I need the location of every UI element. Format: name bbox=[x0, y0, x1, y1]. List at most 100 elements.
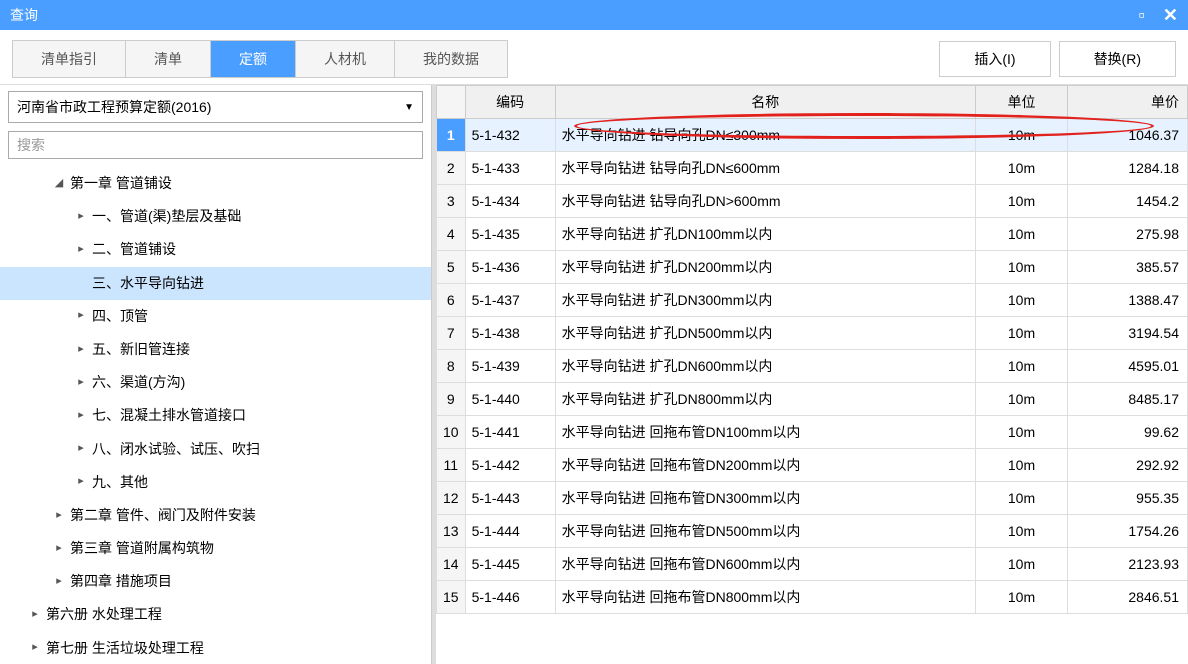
title-bar: 查询 ▫ ✕ bbox=[0, 0, 1188, 30]
table-row[interactable]: 135-1-444水平导向钻进 回拖布管DN500mm以内10m1754.26 bbox=[437, 515, 1188, 548]
row-number: 14 bbox=[437, 548, 466, 581]
minimize-icon[interactable]: ▫ bbox=[1139, 5, 1145, 26]
dropdown-value: 河南省市政工程预算定额(2016) bbox=[17, 97, 211, 117]
tree-toggle-icon[interactable]: ▸ bbox=[74, 472, 88, 492]
cell-unit: 10m bbox=[976, 548, 1068, 581]
tree-item-label: 七、混凝土排水管道接口 bbox=[88, 403, 246, 428]
tree-item[interactable]: ▸四、顶管 bbox=[0, 300, 431, 333]
row-number: 12 bbox=[437, 482, 466, 515]
cell-name: 水平导向钻进 回拖布管DN500mm以内 bbox=[555, 515, 975, 548]
cell-name: 水平导向钻进 回拖布管DN300mm以内 bbox=[555, 482, 975, 515]
cell-price: 1454.2 bbox=[1068, 185, 1188, 218]
tree-item[interactable]: ▸第三章 管道附属构筑物 bbox=[0, 532, 431, 565]
tree-toggle-icon[interactable]: ▸ bbox=[74, 406, 88, 426]
col-code[interactable]: 编码 bbox=[465, 86, 555, 119]
tree-item-label: 第七册 生活垃圾处理工程 bbox=[42, 636, 204, 661]
row-number: 8 bbox=[437, 350, 466, 383]
cell-unit: 10m bbox=[976, 416, 1068, 449]
cell-price: 1388.47 bbox=[1068, 284, 1188, 317]
replace-button[interactable]: 替换(R) bbox=[1059, 41, 1176, 77]
tree-toggle-icon[interactable]: ▸ bbox=[52, 506, 66, 526]
tree-item[interactable]: ◢第一章 管道铺设 bbox=[0, 167, 431, 200]
table-row[interactable]: 85-1-439水平导向钻进 扩孔DN600mm以内10m4595.01 bbox=[437, 350, 1188, 383]
cell-unit: 10m bbox=[976, 251, 1068, 284]
tree-toggle-icon[interactable]: ▸ bbox=[74, 207, 88, 227]
col-unit[interactable]: 单位 bbox=[976, 86, 1068, 119]
tree-toggle-icon[interactable]: ▸ bbox=[74, 439, 88, 459]
cell-price: 1046.37 bbox=[1068, 119, 1188, 152]
cell-code: 5-1-435 bbox=[465, 218, 555, 251]
cell-price: 99.62 bbox=[1068, 416, 1188, 449]
tree-item[interactable]: ▸第六册 水处理工程 bbox=[0, 598, 431, 631]
row-number: 9 bbox=[437, 383, 466, 416]
cell-code: 5-1-443 bbox=[465, 482, 555, 515]
search-input[interactable] bbox=[17, 137, 414, 153]
tab-mydata[interactable]: 我的数据 bbox=[395, 41, 507, 77]
tree-item[interactable]: ▸七、混凝土排水管道接口 bbox=[0, 399, 431, 432]
table-row[interactable]: 125-1-443水平导向钻进 回拖布管DN300mm以内10m955.35 bbox=[437, 482, 1188, 515]
tree-item[interactable]: ▸六、渠道(方沟) bbox=[0, 366, 431, 399]
search-box[interactable] bbox=[8, 131, 423, 159]
cell-price: 955.35 bbox=[1068, 482, 1188, 515]
tree-item[interactable]: ▸八、闭水试验、试压、吹扫 bbox=[0, 433, 431, 466]
tree-view: ◢第一章 管道铺设▸一、管道(渠)垫层及基础▸二、管道铺设三、水平导向钻进▸四、… bbox=[0, 163, 431, 664]
tree-toggle-icon[interactable]: ▸ bbox=[74, 306, 88, 326]
row-number: 15 bbox=[437, 581, 466, 614]
table-row[interactable]: 155-1-446水平导向钻进 回拖布管DN800mm以内10m2846.51 bbox=[437, 581, 1188, 614]
cell-name: 水平导向钻进 扩孔DN100mm以内 bbox=[555, 218, 975, 251]
table-row[interactable]: 115-1-442水平导向钻进 回拖布管DN200mm以内10m292.92 bbox=[437, 449, 1188, 482]
col-price[interactable]: 单价 bbox=[1068, 86, 1188, 119]
table-row[interactable]: 35-1-434水平导向钻进 钻导向孔DN>600mm10m1454.2 bbox=[437, 185, 1188, 218]
table-row[interactable]: 65-1-437水平导向钻进 扩孔DN300mm以内10m1388.47 bbox=[437, 284, 1188, 317]
table-row[interactable]: 45-1-435水平导向钻进 扩孔DN100mm以内10m275.98 bbox=[437, 218, 1188, 251]
table-row[interactable]: 75-1-438水平导向钻进 扩孔DN500mm以内10m3194.54 bbox=[437, 317, 1188, 350]
tree-toggle-icon[interactable]: ▸ bbox=[52, 539, 66, 559]
tree-item[interactable]: ▸第二章 管件、阀门及附件安装 bbox=[0, 499, 431, 532]
tree-toggle-icon[interactable]: ▸ bbox=[74, 373, 88, 393]
window-title: 查询 bbox=[10, 5, 1139, 25]
tree-item-label: 第四章 措施项目 bbox=[66, 569, 172, 594]
close-icon[interactable]: ✕ bbox=[1163, 5, 1178, 26]
tree-item[interactable]: 三、水平导向钻进 bbox=[0, 267, 431, 300]
tree-toggle-icon[interactable]: ▸ bbox=[28, 605, 42, 625]
tree-item[interactable]: ▸二、管道铺设 bbox=[0, 233, 431, 266]
cell-name: 水平导向钻进 扩孔DN300mm以内 bbox=[555, 284, 975, 317]
tree-item[interactable]: ▸第四章 措施项目 bbox=[0, 565, 431, 598]
cell-code: 5-1-444 bbox=[465, 515, 555, 548]
tree-item[interactable]: ▸九、其他 bbox=[0, 466, 431, 499]
tab-list-guide[interactable]: 清单指引 bbox=[13, 41, 126, 77]
table-row[interactable]: 15-1-432水平导向钻进 钻导向孔DN≤300mm10m1046.37 bbox=[437, 119, 1188, 152]
cell-unit: 10m bbox=[976, 515, 1068, 548]
insert-button[interactable]: 插入(I) bbox=[939, 41, 1050, 77]
cell-unit: 10m bbox=[976, 482, 1068, 515]
table-row[interactable]: 55-1-436水平导向钻进 扩孔DN200mm以内10m385.57 bbox=[437, 251, 1188, 284]
tree-item-label: 第三章 管道附属构筑物 bbox=[66, 536, 214, 561]
cell-price: 2123.93 bbox=[1068, 548, 1188, 581]
category-dropdown[interactable]: 河南省市政工程预算定额(2016) ▼ bbox=[8, 91, 423, 123]
col-name[interactable]: 名称 bbox=[555, 86, 975, 119]
tree-toggle-icon[interactable]: ▸ bbox=[74, 240, 88, 260]
tab-quota[interactable]: 定额 bbox=[211, 41, 296, 77]
tab-bar: 清单指引 清单 定额 人材机 我的数据 bbox=[12, 40, 508, 78]
cell-name: 水平导向钻进 回拖布管DN200mm以内 bbox=[555, 449, 975, 482]
tab-list[interactable]: 清单 bbox=[126, 41, 211, 77]
tab-material[interactable]: 人材机 bbox=[296, 41, 395, 77]
cell-price: 1754.26 bbox=[1068, 515, 1188, 548]
table-row[interactable]: 105-1-441水平导向钻进 回拖布管DN100mm以内10m99.62 bbox=[437, 416, 1188, 449]
tree-toggle-icon[interactable]: ▸ bbox=[52, 572, 66, 592]
left-panel: 河南省市政工程预算定额(2016) ▼ ◢第一章 管道铺设▸一、管道(渠)垫层及… bbox=[0, 85, 432, 664]
tree-item[interactable]: ▸五、新旧管连接 bbox=[0, 333, 431, 366]
table-row[interactable]: 25-1-433水平导向钻进 钻导向孔DN≤600mm10m1284.18 bbox=[437, 152, 1188, 185]
cell-name: 水平导向钻进 回拖布管DN600mm以内 bbox=[555, 548, 975, 581]
cell-name: 水平导向钻进 扩孔DN200mm以内 bbox=[555, 251, 975, 284]
tree-toggle-icon[interactable]: ▸ bbox=[28, 638, 42, 658]
tree-item[interactable]: ▸一、管道(渠)垫层及基础 bbox=[0, 200, 431, 233]
tree-toggle-icon[interactable]: ▸ bbox=[74, 340, 88, 360]
tree-item-label: 九、其他 bbox=[88, 470, 148, 495]
tree-toggle-icon[interactable]: ◢ bbox=[52, 174, 66, 194]
cell-unit: 10m bbox=[976, 284, 1068, 317]
col-rownum bbox=[437, 86, 466, 119]
table-row[interactable]: 145-1-445水平导向钻进 回拖布管DN600mm以内10m2123.93 bbox=[437, 548, 1188, 581]
table-row[interactable]: 95-1-440水平导向钻进 扩孔DN800mm以内10m8485.17 bbox=[437, 383, 1188, 416]
tree-item[interactable]: ▸第七册 生活垃圾处理工程 bbox=[0, 632, 431, 664]
